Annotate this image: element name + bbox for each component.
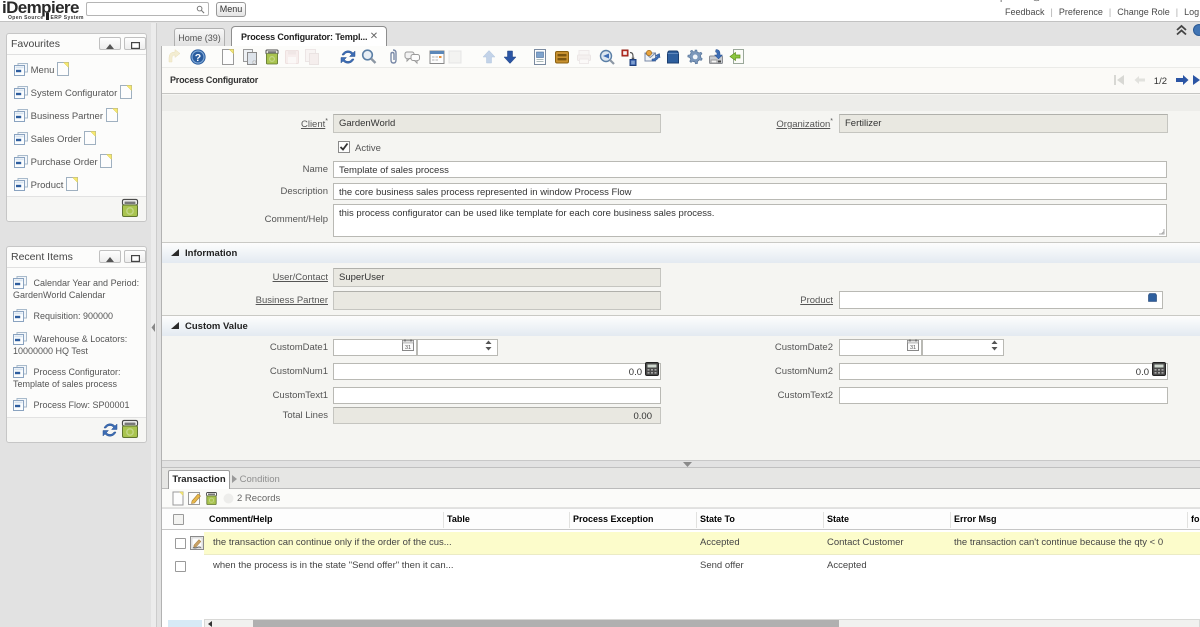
svg-text:31: 31	[405, 345, 411, 351]
svg-text:?: ?	[195, 52, 201, 64]
svg-text:31: 31	[910, 345, 916, 351]
